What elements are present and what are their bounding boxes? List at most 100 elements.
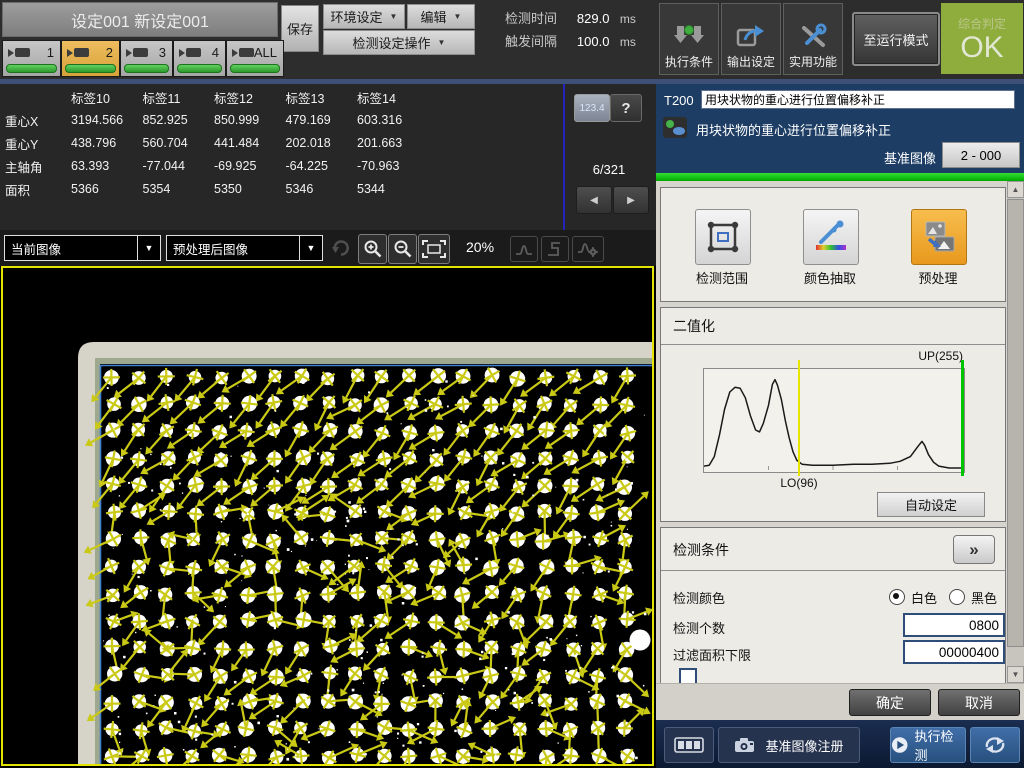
table-row: 重心X 3194.566 852.925 850.999 479.169 603… (0, 109, 429, 131)
expand-conditions-button[interactable]: » (953, 535, 995, 564)
refresh-image-button[interactable] (330, 237, 352, 264)
black-radio[interactable] (949, 589, 965, 605)
tool-header: T200 用块状物的重心进行位置偏移补正 基准图像 2 - 000 (656, 84, 1024, 181)
column-header: 标签10 (71, 88, 143, 107)
dialog-footer: 确定 取消 (656, 683, 1024, 721)
detection-count-input[interactable] (903, 613, 1005, 637)
continuous-update-button[interactable] (970, 727, 1020, 763)
refresh-icon (330, 237, 352, 259)
ok-button[interactable]: 确定 (849, 689, 931, 716)
scroll-down-button[interactable]: ▼ (1007, 666, 1024, 683)
camera-tab-1[interactable]: 1 (2, 40, 61, 77)
numeric-display-toggle-button[interactable]: 123.4 (574, 94, 610, 122)
inspection-settings-ops-label: 检测设定操作 (353, 33, 431, 52)
cell-value: 201.663 (357, 136, 429, 150)
upper-threshold-line[interactable] (961, 360, 964, 476)
scrollbar-thumb[interactable] (1007, 199, 1024, 647)
camera-tab-2[interactable]: 2 (61, 40, 120, 77)
inspection-settings-ops-menu[interactable]: 检测设定操作 ▼ (323, 30, 475, 55)
camera-icon (179, 48, 201, 57)
color-extract-button[interactable] (803, 209, 859, 265)
camera-tab-2-label: 2 (106, 45, 113, 60)
output-settings-button[interactable]: 输出设定 (721, 3, 781, 75)
chevron-down-icon: ▼ (390, 12, 398, 21)
detection-color-label: 检测颜色 (673, 588, 725, 607)
preprocess-button[interactable] (911, 209, 967, 265)
display-settings-button[interactable] (572, 236, 604, 262)
save-button[interactable]: 保存 (281, 5, 319, 52)
profile-icon (547, 242, 563, 256)
section-divider (661, 570, 1005, 571)
chevron-down-icon: ▼ (438, 38, 446, 47)
camera-icon (67, 48, 89, 57)
settings-title: 设定001 新设定001 (2, 2, 278, 37)
prev-page-button[interactable]: ◀ (576, 186, 612, 214)
edit-menu[interactable]: 编辑 ▼ (407, 4, 475, 29)
zoom-out-button[interactable] (388, 234, 417, 264)
auto-set-button[interactable]: 自动设定 (877, 492, 985, 517)
lower-threshold-line[interactable] (798, 360, 800, 476)
image-viewer-toolbar: 当前图像 ▼ 预处理后图像 ▼ (0, 230, 656, 266)
run-inspection-button[interactable]: 执行检测 (890, 727, 966, 763)
lower-threshold-label: LO(96) (769, 476, 829, 490)
tool-subtitle: 用块状物的重心进行位置偏移补正 (696, 120, 891, 139)
camera-status-bar (124, 64, 169, 73)
display-image-select[interactable]: 预处理后图像 ▼ (166, 235, 323, 261)
cancel-button[interactable]: 取消 (938, 689, 1020, 716)
sync-icon (983, 735, 1007, 755)
next-page-button[interactable]: ▶ (613, 186, 649, 214)
edit-menu-label: 编辑 (421, 7, 447, 26)
fit-screen-icon (422, 240, 446, 258)
overall-judgement-panel: 综合判定 OK (941, 3, 1023, 74)
image-viewport[interactable] (1, 266, 654, 766)
area-lower-limit-input[interactable] (903, 640, 1005, 664)
left-arrow-icon: ◀ (590, 195, 598, 206)
cell-value: 852.925 (143, 113, 215, 127)
profile-display-button[interactable] (541, 236, 569, 262)
cell-value: 560.704 (143, 136, 215, 150)
reference-image-selector[interactable]: 2 - 000 (942, 142, 1020, 168)
to-run-mode-button[interactable]: 至运行模式 (852, 12, 940, 66)
image-history-button[interactable] (664, 727, 714, 763)
cell-value: 5350 (214, 182, 286, 196)
column-header: 标签12 (214, 88, 286, 107)
detection-range-label: 检测范围 (682, 268, 762, 287)
environment-settings-menu[interactable]: 环境设定 ▼ (323, 4, 405, 29)
histogram-display-button[interactable] (510, 236, 538, 262)
reference-image-label: 基准图像 (884, 148, 936, 167)
help-button[interactable]: ? (610, 94, 642, 122)
cell-value: 202.018 (286, 136, 358, 150)
tool-mode-section: 检测范围 颜色抽取 (660, 187, 1006, 302)
scroll-up-button[interactable]: ▲ (1007, 181, 1024, 198)
binarization-title: 二值化 (673, 316, 715, 336)
tool-name-input[interactable] (701, 90, 1015, 109)
camera-icon (8, 48, 30, 57)
source-image-value: 当前图像 (5, 239, 137, 258)
fit-to-screen-button[interactable] (418, 234, 450, 264)
camera-tab-all[interactable]: ALL (226, 40, 284, 77)
detection-conditions-title: 检测条件 (673, 540, 729, 560)
execution-conditions-button[interactable]: 执行条件 (659, 3, 719, 75)
reference-image-register-button[interactable]: 基准图像注册 (718, 727, 860, 763)
utility-functions-button[interactable]: 实用功能 (783, 3, 843, 75)
column-header: 标签13 (286, 88, 358, 107)
cell-value: 5354 (143, 182, 215, 196)
panel-scrollbar[interactable]: ▲ ▼ (1007, 181, 1024, 683)
white-radio[interactable] (889, 589, 905, 605)
top-toolbar: 设定001 新设定001 保存 环境设定 ▼ 编辑 ▼ 检测设定操作 ▼ 检测时… (0, 0, 1024, 84)
trigger-interval-value: 100.0 (561, 34, 609, 49)
camera-tab-4[interactable]: 4 (173, 40, 226, 77)
detection-range-button[interactable] (695, 209, 751, 265)
table-header-row: 标签10 标签11 标签12 标签13 标签14 (0, 86, 429, 108)
cell-value: -70.963 (357, 159, 429, 173)
tool-type-icon (663, 117, 687, 138)
display-image-value: 预处理后图像 (167, 239, 299, 258)
measurement-results-table: 标签10 标签11 标签12 标签13 标签14 重心X 3194.566 85… (0, 84, 656, 230)
execution-conditions-label: 执行条件 (665, 53, 713, 70)
source-image-select[interactable]: 当前图像 ▼ (4, 235, 161, 261)
cell-value: 63.393 (71, 159, 143, 173)
partial-checkbox[interactable] (679, 668, 697, 683)
zoom-in-button[interactable] (358, 234, 387, 264)
curve-icon (515, 242, 533, 256)
camera-tab-3[interactable]: 3 (120, 40, 173, 77)
